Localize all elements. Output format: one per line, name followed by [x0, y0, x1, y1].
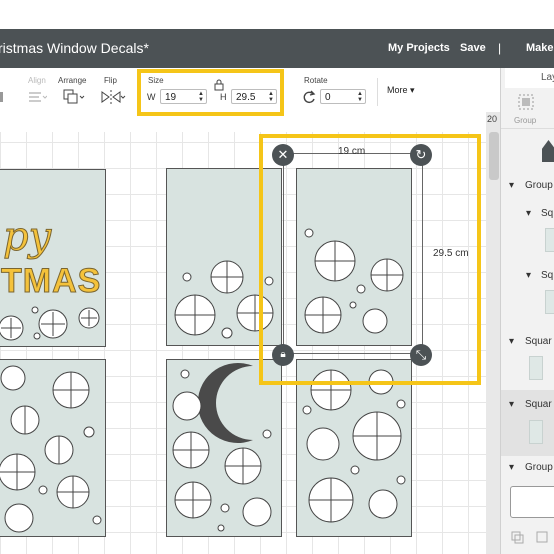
make-it-button[interactable]: Make: [526, 42, 554, 54]
more-label: More: [387, 85, 408, 95]
rotate-label: Rotate: [304, 76, 328, 85]
header-separator: |: [498, 41, 502, 55]
flip-label: Flip: [104, 76, 117, 85]
layer-thumbnail: [545, 228, 554, 252]
ruler-corner-value: 20: [487, 114, 498, 124]
arrange-icon[interactable]: [63, 89, 87, 110]
rotate-icon[interactable]: [302, 90, 316, 109]
decal-text-line-1: py: [2, 214, 52, 261]
save-button[interactable]: Save: [460, 42, 486, 54]
decal-moon[interactable]: [166, 359, 282, 537]
cut-edge-icon: [0, 92, 3, 102]
snowflake-cluster-icon: [0, 306, 100, 341]
align-icon[interactable]: [27, 90, 48, 109]
layer-thumbnail: [529, 420, 543, 444]
caret-icon: ▾: [509, 399, 515, 410]
rotate-value: 0: [325, 92, 331, 103]
more-caret-icon: ▾: [410, 85, 415, 95]
caret-icon: ▾: [509, 180, 515, 191]
size-highlight-box: [137, 69, 284, 116]
caret-icon: ▾: [526, 270, 532, 281]
my-projects-link[interactable]: My Projects: [388, 42, 450, 54]
caret-icon: ▾: [509, 336, 515, 347]
layer-label: Group: [525, 180, 553, 191]
layer-label: Squar: [525, 399, 552, 410]
toolbar-divider: [377, 78, 378, 106]
snowflake-pattern-icon: [0, 365, 102, 533]
layer-color-icon: [542, 140, 554, 162]
flip-icon[interactable]: [100, 89, 126, 110]
more-menu[interactable]: More ▾: [387, 85, 415, 96]
align-label: Align: [28, 76, 46, 85]
selection-highlight-box: [259, 134, 481, 385]
decal-christmas-text[interactable]: py TMAS: [0, 169, 106, 347]
header-bar: ristmas Window Decals* My Projects Save …: [0, 29, 554, 68]
browser-top-area: [0, 0, 554, 29]
layer-thumbnail: [545, 290, 554, 314]
decal-snowflakes-3[interactable]: [296, 359, 412, 537]
arrange-label: Arrange: [58, 76, 87, 85]
caret-icon: ▾: [509, 462, 515, 473]
panel-divider: [501, 128, 554, 129]
caret-icon: ▾: [526, 208, 532, 219]
layer-label: Squar: [525, 336, 552, 347]
scrollbar-thumb[interactable]: [489, 132, 499, 180]
layer-label: Group: [525, 462, 553, 473]
layer-label: Sq: [541, 208, 554, 219]
rotate-input[interactable]: 0 ▲ ▼: [320, 89, 366, 104]
layer-label: Sq: [541, 270, 554, 281]
layer-thumbnail: [529, 356, 543, 380]
rotate-stepper-icon[interactable]: ▲ ▼: [357, 91, 363, 103]
decal-snowflakes-1[interactable]: [0, 359, 106, 537]
panel-bottom-icons[interactable]: [511, 530, 551, 551]
group-icon[interactable]: [518, 94, 534, 115]
group-label: Group: [514, 116, 537, 125]
project-title: ristmas Window Decals*: [0, 40, 149, 56]
snowflake-pattern-icon: [302, 369, 406, 523]
moon-snowflakes-icon: [172, 363, 272, 532]
layers-panel: Lay Group ▾ Group ▾ Sq ▾ Sq ▾ Squar ▾ Sq…: [500, 68, 554, 554]
blank-canvas-swatch[interactable]: [510, 486, 554, 518]
layers-tab[interactable]: Lay: [505, 68, 554, 88]
